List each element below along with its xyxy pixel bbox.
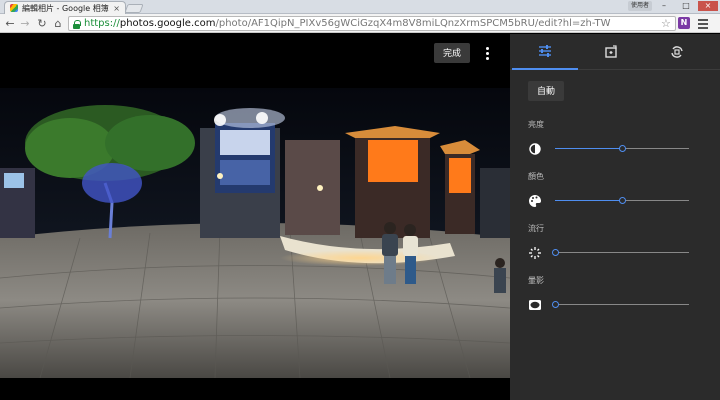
address-bar[interactable]: https:// photos.google.com /photo/AF1Qip…	[68, 16, 676, 31]
bookmark-star-icon[interactable]: ☆	[661, 17, 671, 30]
brightness-slider[interactable]	[555, 145, 689, 152]
new-tab-button[interactable]	[124, 4, 144, 13]
edit-tabs	[510, 34, 720, 70]
url-host: photos.google.com	[119, 18, 216, 29]
tab-filters[interactable]	[578, 34, 644, 70]
slider-fill	[555, 200, 622, 201]
profile-button[interactable]: 使用者	[628, 1, 652, 11]
onenote-extension-icon[interactable]: N	[678, 17, 690, 29]
pop-icon	[529, 247, 541, 259]
edit-panel: 自動 亮度 顏色 流行 暈影	[510, 34, 720, 400]
maximize-icon[interactable]: □	[676, 1, 696, 11]
lock-icon	[73, 19, 81, 29]
tab-close-icon[interactable]: ×	[113, 4, 120, 13]
color-slider[interactable]	[555, 197, 689, 204]
google-photos-icon	[10, 4, 18, 12]
rotate-icon	[671, 46, 683, 58]
reload-icon[interactable]: ↻	[35, 17, 49, 30]
forward-icon[interactable]: →	[18, 17, 32, 30]
slider-label-color: 顏色	[528, 172, 544, 181]
photo-viewer: 完成	[0, 34, 510, 400]
tune-icon	[539, 45, 551, 57]
slider-fill	[555, 148, 622, 149]
close-window-icon[interactable]: ×	[698, 1, 718, 11]
pop-slider[interactable]	[552, 249, 689, 256]
chrome-menu-icon[interactable]	[697, 17, 709, 29]
slider-label-vignette: 暈影	[528, 276, 544, 285]
vignette-slider[interactable]	[552, 301, 689, 308]
auto-enhance-button[interactable]: 自動	[528, 81, 564, 101]
browser-titlebar: 編輯相片 - Google 相簿 × 使用者 – □ ×	[0, 0, 720, 14]
slider-label-brightness: 亮度	[528, 120, 544, 129]
minimize-icon[interactable]: –	[654, 1, 674, 11]
palette-icon	[529, 195, 541, 207]
slider-label-pop: 流行	[528, 224, 544, 233]
url-scheme: https://	[84, 18, 120, 29]
home-icon[interactable]: ⌂	[51, 17, 65, 30]
more-options-icon[interactable]	[481, 44, 493, 62]
tab-basic-adjustments[interactable]	[512, 34, 578, 70]
slider-thumb[interactable]	[619, 197, 626, 204]
slider-thumb[interactable]	[552, 249, 559, 256]
url-path: /photo/AF1QipN_PIXv56gWCiGzqX4m8V8miLQnz…	[215, 18, 611, 29]
brightness-icon	[529, 143, 541, 155]
tab-title: 編輯相片 - Google 相簿	[22, 3, 109, 13]
done-button[interactable]: 完成	[434, 43, 470, 63]
slider-thumb[interactable]	[619, 145, 626, 152]
back-icon[interactable]: ←	[3, 17, 17, 30]
slider-thumb[interactable]	[552, 301, 559, 308]
vignette-icon	[529, 300, 541, 310]
tab-rotate[interactable]	[644, 34, 710, 70]
panorama-photo	[0, 88, 510, 378]
browser-tab[interactable]: 編輯相片 - Google 相簿 ×	[4, 1, 126, 14]
browser-toolbar: ← → ↻ ⌂ https:// photos.google.com /phot…	[0, 14, 720, 33]
crop-rotate-icon	[605, 45, 617, 58]
